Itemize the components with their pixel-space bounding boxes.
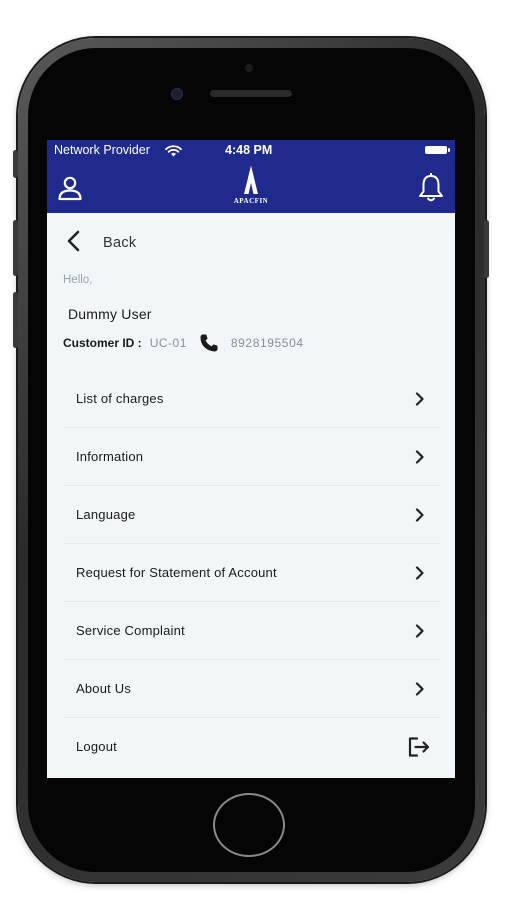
- battery-icon: [425, 146, 450, 154]
- chevron-right-icon: [415, 682, 425, 696]
- logo-text: APACFIN: [233, 197, 269, 205]
- user-name: Dummy User: [68, 306, 152, 322]
- menu-item-label: Request for Statement of Account: [76, 565, 277, 580]
- chevron-right-icon: [415, 566, 425, 580]
- chevron-right-icon: [415, 392, 425, 406]
- apacfin-logo: APACFIN: [227, 165, 275, 209]
- volume-up-button: [13, 220, 18, 276]
- chevron-right-icon: [415, 450, 425, 464]
- menu-item-label: Language: [76, 507, 136, 522]
- proximity-sensor: [245, 64, 253, 72]
- menu-item-label: List of charges: [76, 391, 164, 406]
- phone-icon: [199, 333, 219, 353]
- menu-item-language[interactable]: Language: [63, 486, 441, 544]
- menu-item-list-of-charges[interactable]: List of charges: [63, 370, 441, 428]
- menu-item-label: About Us: [76, 681, 132, 696]
- app-header: Network Provider 4:48 PM APACFIN: [47, 140, 455, 213]
- logout-icon: [407, 736, 431, 758]
- menu-item-label: Service Complaint: [76, 623, 185, 638]
- menu-item-about-us[interactable]: About Us: [63, 660, 441, 718]
- menu-item-information[interactable]: Information: [63, 428, 441, 486]
- chevron-right-icon: [415, 508, 425, 522]
- back-label: Back: [103, 235, 137, 251]
- menu-item-logout[interactable]: Logout: [63, 718, 441, 776]
- chevron-left-icon: [65, 230, 81, 257]
- home-button[interactable]: [213, 793, 285, 857]
- volume-down-button: [13, 292, 18, 348]
- status-time: 4:48 PM: [225, 143, 273, 157]
- customer-id-label: Customer ID :: [63, 336, 142, 350]
- back-button[interactable]: Back: [65, 228, 136, 258]
- greeting: Hello,: [63, 274, 93, 286]
- app-screen: Network Provider 4:48 PM APACFIN Back He…: [47, 140, 455, 778]
- bell-icon[interactable]: [417, 172, 445, 203]
- menu-item-statement-request[interactable]: Request for Statement of Account: [63, 544, 441, 602]
- menu-item-service-complaint[interactable]: Service Complaint: [63, 602, 441, 660]
- network-provider: Network Provider: [54, 143, 150, 157]
- user-icon[interactable]: [56, 174, 84, 202]
- chevron-right-icon: [415, 624, 425, 638]
- phone-number: 8928195504: [230, 336, 304, 350]
- customer-id-value: UC-01: [149, 336, 187, 350]
- earpiece-speaker: [210, 90, 292, 97]
- menu-item-label: Information: [76, 449, 144, 464]
- front-camera: [171, 88, 183, 100]
- wifi-icon: [165, 144, 182, 162]
- silent-switch: [13, 150, 18, 178]
- menu-item-label: Logout: [76, 739, 117, 754]
- power-button: [484, 220, 489, 278]
- settings-menu: List of charges Information Language Req…: [63, 370, 441, 776]
- customer-info: Customer ID : UC-01 8928195504: [63, 332, 304, 354]
